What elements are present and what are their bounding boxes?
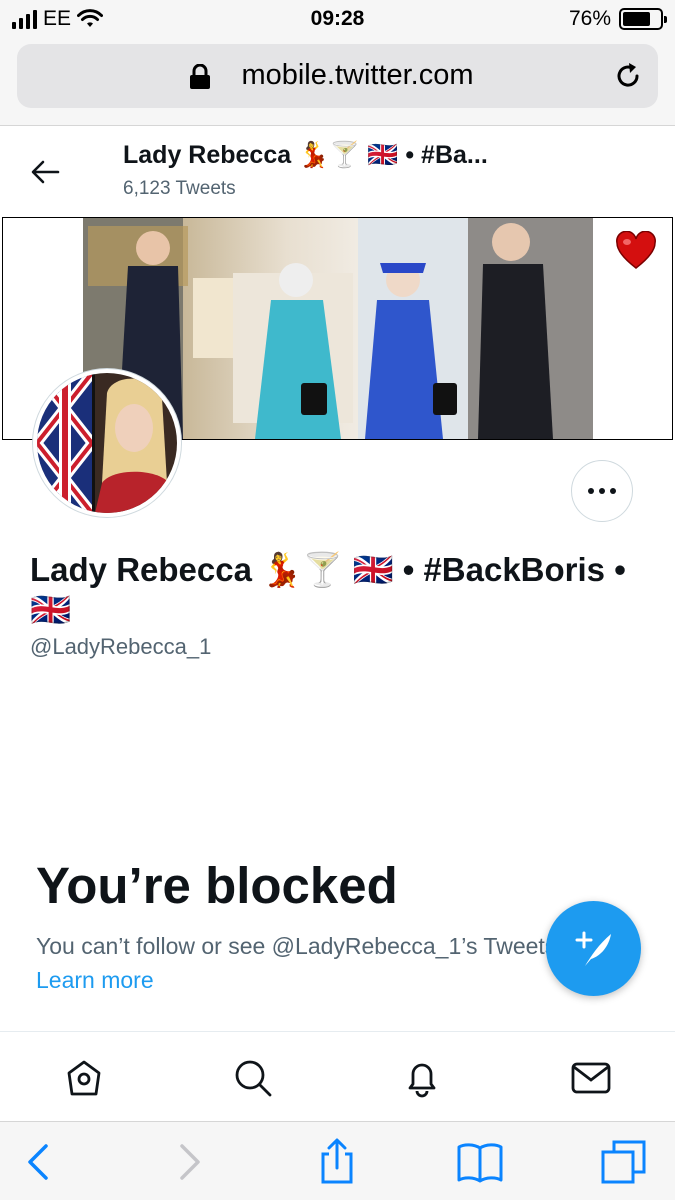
notifications-icon[interactable]: [402, 1058, 442, 1098]
reload-icon[interactable]: [612, 60, 644, 92]
more-options-button[interactable]: [571, 460, 633, 522]
more-dot: [588, 488, 594, 494]
search-icon[interactable]: [233, 1058, 273, 1098]
home-icon[interactable]: [64, 1058, 104, 1098]
url-text: mobile.twitter.com: [241, 59, 474, 91]
bookmarks-icon[interactable]: [456, 1138, 504, 1186]
header-display-name: Lady Rebecca 💃🍸 🇬🇧 • #Ba...: [123, 141, 488, 169]
heart-icon: [616, 231, 656, 269]
compose-tweet-button[interactable]: [546, 901, 641, 996]
back-arrow-icon[interactable]: [28, 155, 62, 189]
learn-more-link[interactable]: Learn more: [36, 967, 154, 994]
blocked-title: You’re blocked: [36, 857, 398, 914]
tabs-icon[interactable]: [600, 1138, 648, 1186]
more-dot: [610, 488, 616, 494]
profile-handle: @LadyRebecca_1: [30, 634, 212, 659]
compose-icon: [575, 931, 611, 966]
blocked-message: You can’t follow or see @LadyRebecca_1’s…: [36, 933, 556, 959]
messages-icon[interactable]: [571, 1058, 611, 1098]
avatar-image: [37, 373, 177, 513]
profile-header: Lady Rebecca 💃🍸 🇬🇧 • #Ba... 6,123 Tweets: [0, 127, 675, 217]
forward-icon[interactable]: [166, 1138, 214, 1186]
battery-icon: [619, 8, 667, 30]
share-icon[interactable]: [313, 1138, 361, 1186]
battery-group: 76%: [568, 7, 667, 31]
address-bar[interactable]: mobile.twitter.com: [17, 44, 658, 108]
profile-display-name: Lady Rebecca 💃🍸 🇬🇧 • #BackBoris • 🇬🇧: [30, 551, 626, 628]
profile-avatar[interactable]: [33, 369, 181, 517]
browser-toolbar: [0, 1121, 675, 1200]
tweet-count: 6,123 Tweets: [123, 178, 236, 199]
status-bar: EE 09:28 76%: [0, 0, 675, 38]
browser-address-area: mobile.twitter.com: [0, 38, 675, 126]
back-icon[interactable]: [14, 1138, 62, 1186]
bottom-nav: [0, 1031, 675, 1121]
battery-percent: 76%: [568, 7, 611, 30]
more-dot: [599, 488, 605, 494]
